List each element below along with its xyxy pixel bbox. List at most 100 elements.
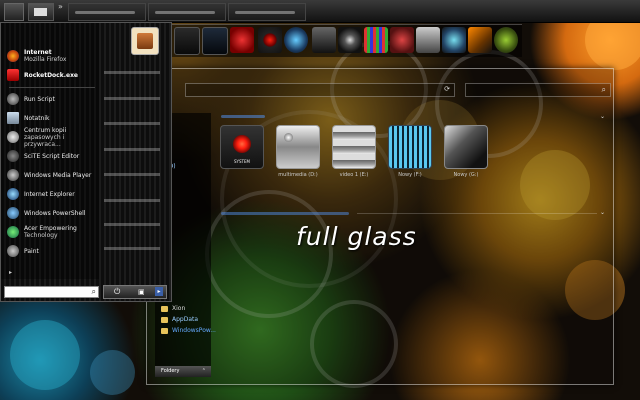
start-item-backup[interactable]: Centrum kopii zapasowych i przywraca... (7, 126, 99, 148)
dock-download-icon[interactable] (442, 27, 466, 53)
blurred-label (235, 11, 295, 14)
dock-guitar-icon[interactable] (416, 27, 440, 53)
hal-eye-icon: SYSTEM (220, 125, 264, 169)
dock-record-icon[interactable] (258, 27, 282, 53)
equalizer-drive-icon (388, 125, 432, 169)
nav-folder[interactable]: AppData (161, 316, 198, 323)
start-item-paint[interactable]: Paint (7, 242, 99, 260)
start-menu: Internet Mozilla Firefox RocketDock.exe R… (0, 22, 172, 302)
red-light-icon (233, 135, 251, 153)
blurred-right-item[interactable] (104, 223, 160, 226)
dock-power-icon[interactable] (284, 27, 308, 53)
bokeh-light (10, 320, 80, 390)
folders-toggle[interactable]: Foldery ⌃ (155, 366, 211, 377)
drive-item[interactable]: multimedia (D:) (275, 125, 321, 178)
drive-item[interactable]: video 1 (E:) (331, 125, 377, 178)
folder-label: Xion (172, 305, 186, 312)
start-item-label: RocketDock.exe (24, 71, 79, 79)
power-icon[interactable]: ⏻ (114, 286, 120, 298)
media-player-icon (7, 169, 19, 181)
bokeh-light (90, 350, 135, 395)
folders-label: Foldery (161, 368, 180, 374)
start-button[interactable] (4, 3, 24, 21)
toolbar-blurred-label (221, 115, 265, 118)
blurred-right-item[interactable] (104, 173, 160, 176)
powershell-icon (7, 207, 19, 219)
start-item-sub: Technology (24, 232, 58, 239)
search-box[interactable]: ⌕ (465, 83, 611, 97)
nav-folder[interactable]: WindowsPow... (161, 327, 216, 334)
start-item-scite[interactable]: SciTE Script Editor (7, 147, 99, 165)
taskbar-button[interactable] (148, 3, 226, 21)
blurred-right-item[interactable] (104, 122, 160, 125)
notepad-icon (7, 112, 19, 124)
nav-folder[interactable]: Xion (161, 305, 185, 312)
start-item-rocketdock[interactable]: RocketDock.exe (7, 66, 99, 84)
start-item-label: SciTE Script Editor (24, 152, 80, 160)
item-caption: multimedia (D:) (278, 172, 318, 178)
group-header-divider (357, 213, 597, 214)
blurred-label (75, 11, 135, 14)
taskbar-window-button[interactable] (28, 3, 54, 21)
start-item-run-script[interactable]: Run Script (7, 90, 99, 108)
chevron-down-icon[interactable]: ⌄ (600, 113, 605, 120)
group-header-blurred (221, 212, 349, 215)
dock-audio-meter-icon[interactable] (202, 27, 228, 55)
overflow-chevron-icon[interactable]: » (58, 2, 63, 11)
theme-brand-text: full glass (296, 222, 417, 251)
folder-icon (161, 316, 168, 323)
item-caption: video 1 (E:) (339, 172, 369, 178)
editor-icon (7, 150, 19, 162)
start-menu-programs: Internet Mozilla Firefox RocketDock.exe R… (1, 23, 99, 279)
ie-icon (7, 188, 19, 200)
avatar-picture-icon (137, 33, 153, 49)
taskbar-button[interactable] (68, 3, 146, 21)
chevron-down-icon[interactable]: ⌄ (600, 209, 605, 216)
shutdown-controls: ⏻ ▣ ▸ (103, 285, 167, 299)
start-item-wmp[interactable]: Windows Media Player (7, 166, 99, 184)
shutdown-options-arrow-icon[interactable]: ▸ (155, 287, 163, 296)
start-item-ie[interactable]: Internet Explorer (7, 185, 99, 203)
all-programs-arrow-icon[interactable]: ▸ (9, 269, 12, 276)
dock-red-dice-icon[interactable] (230, 27, 254, 53)
drive-item[interactable]: Nowy (F:) (387, 125, 433, 178)
start-item-label: Internet Explorer (24, 190, 75, 198)
start-item-notepad[interactable]: Notatnik (7, 109, 99, 127)
start-item-label: Paint (24, 247, 39, 255)
dock-turntable-icon[interactable] (338, 27, 362, 53)
blurred-right-item[interactable] (104, 148, 160, 151)
blurred-right-item[interactable] (104, 247, 160, 250)
start-item-label: Centrum kopii (24, 126, 67, 134)
user-avatar[interactable] (131, 27, 159, 55)
drive-item[interactable]: Nowy (G:) (443, 125, 489, 178)
drive-item[interactable]: SYSTEM (219, 125, 265, 172)
start-item-label: Run Script (24, 95, 55, 103)
refresh-icon[interactable]: ⟳ (444, 85, 450, 93)
start-item-acer[interactable]: Acer Empowering Technology (7, 223, 99, 241)
blurred-right-item[interactable] (104, 199, 160, 202)
drive-led-icon (284, 133, 293, 142)
start-item-label: Windows PowerShell (24, 209, 86, 217)
search-icon[interactable]: ⌕ (602, 84, 606, 96)
firefox-icon (7, 50, 19, 62)
turntable-drive-icon (444, 125, 488, 169)
search-icon[interactable]: ⌕ (92, 287, 96, 297)
item-caption: Nowy (F:) (398, 172, 422, 178)
dock-red-face-icon[interactable] (390, 27, 414, 53)
dock-recycle-icon[interactable] (494, 27, 518, 53)
dock-sunset-icon[interactable] (468, 27, 492, 53)
start-item-firefox[interactable]: Internet Mozilla Firefox (7, 47, 99, 65)
lock-icon[interactable]: ▣ (138, 286, 145, 298)
backup-icon (7, 131, 19, 143)
dock-launchpad-icon[interactable] (364, 27, 388, 53)
rocketdock-icon (7, 69, 19, 81)
start-search-input[interactable]: ⌕ (4, 286, 99, 298)
start-item-sub: Mozilla Firefox (24, 56, 67, 63)
blurred-right-item[interactable] (104, 71, 160, 74)
taskbar-button[interactable] (228, 3, 306, 21)
dock-equalizer-icon[interactable] (174, 27, 200, 55)
start-item-powershell[interactable]: Windows PowerShell (7, 204, 99, 222)
blurred-right-item[interactable] (104, 97, 160, 100)
dock-speaker-icon[interactable] (312, 27, 336, 53)
address-bar[interactable]: ⟳ (185, 83, 455, 97)
